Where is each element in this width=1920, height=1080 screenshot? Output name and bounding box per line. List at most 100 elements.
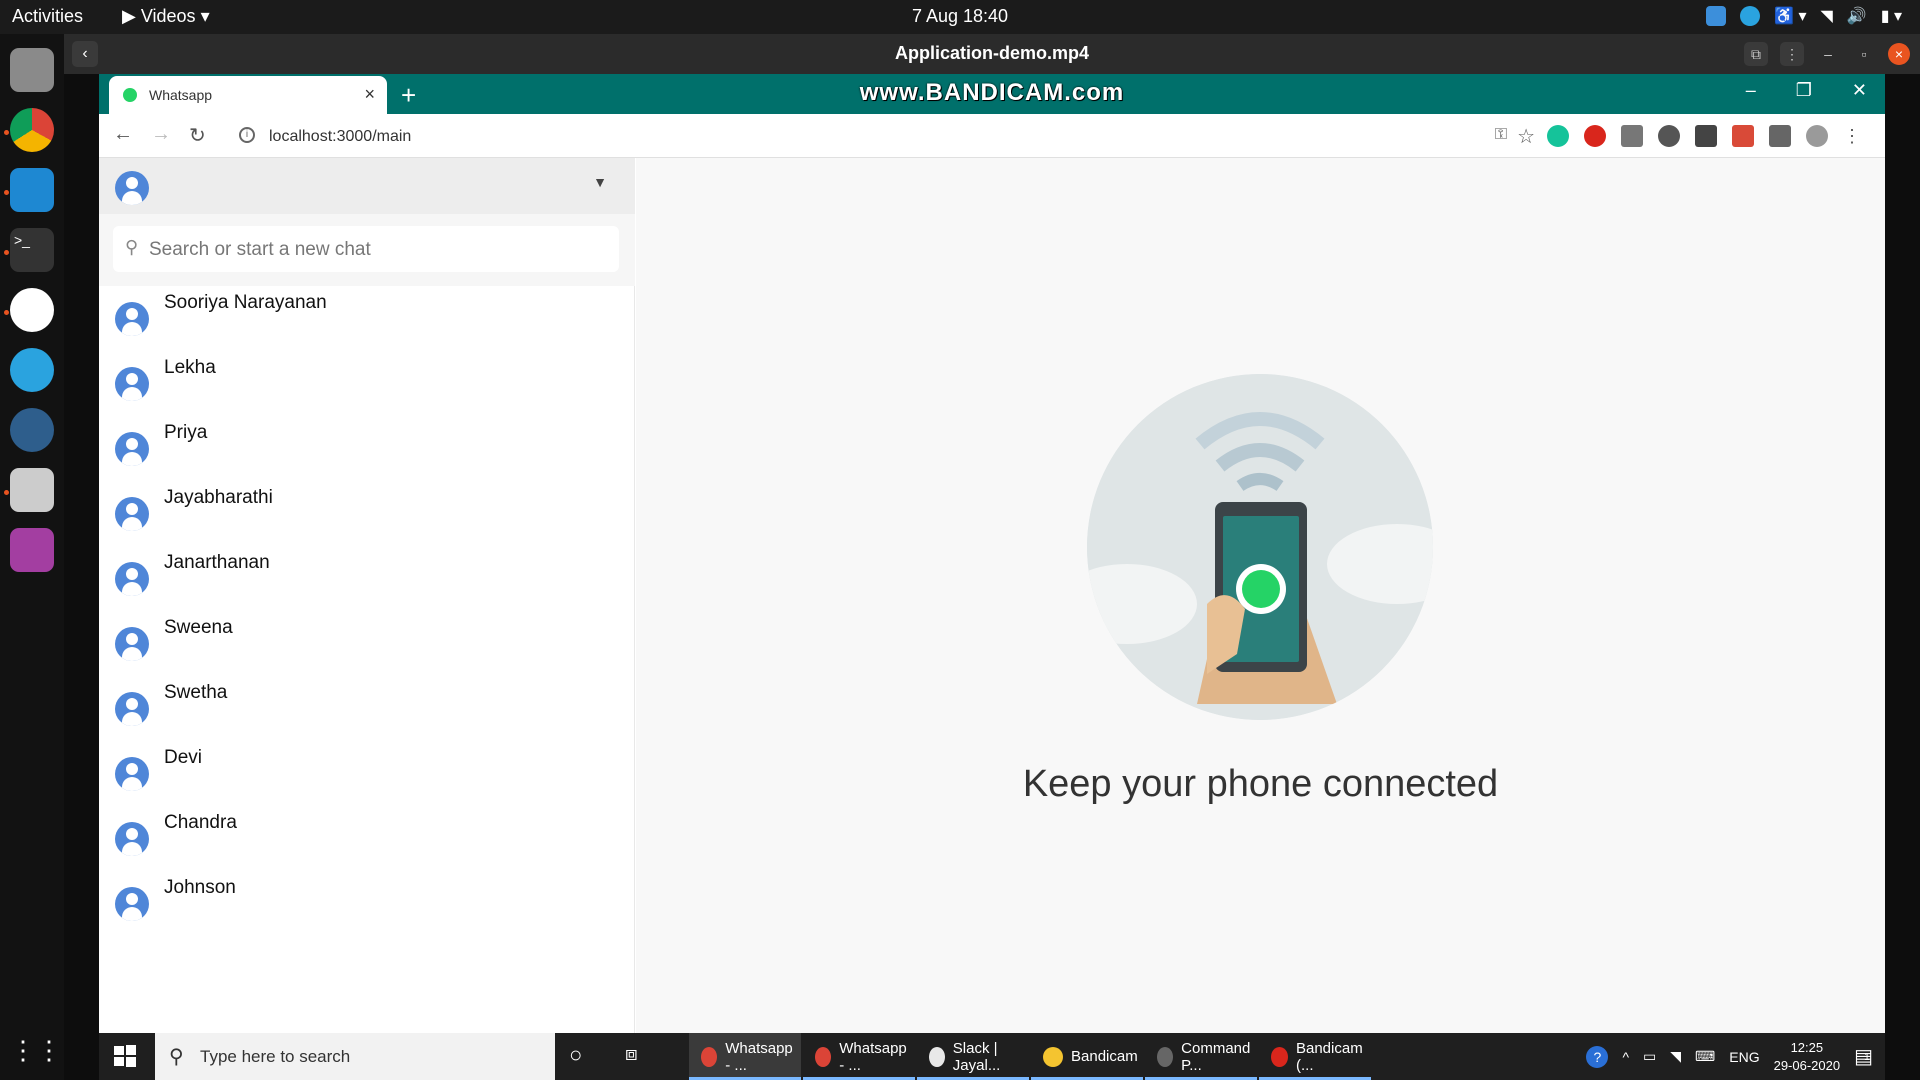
telegram-tray-icon[interactable] (1740, 6, 1761, 26)
taskbar-app-label: Command P... (1181, 1039, 1251, 1074)
my-avatar[interactable] (115, 171, 149, 205)
help-icon[interactable]: ? (1586, 1045, 1609, 1068)
puzzle-icon[interactable] (1769, 125, 1791, 147)
bandicam-watermark: www.BANDICAM.com (859, 79, 1125, 106)
forward-arrow-icon[interactable]: → (151, 123, 171, 146)
contact-avatar (115, 822, 149, 856)
extension-icon[interactable] (1658, 125, 1680, 147)
address-bar[interactable]: i localhost:3000/main ⚿ ☆ (227, 119, 1535, 153)
keyboard-icon[interactable]: ⌨ (1695, 1048, 1715, 1065)
contact-name: Priya (164, 422, 208, 443)
taskbar-app-button[interactable]: Command P... (1145, 1033, 1257, 1080)
contact-item[interactable]: Jayabharathi (99, 481, 635, 546)
chrome-icon[interactable] (10, 108, 54, 152)
taskbar-app-button[interactable]: Bandicam (1031, 1033, 1143, 1080)
taskbar-app-label: Slack | Jayal... (952, 1039, 1001, 1074)
cortana-icon[interactable]: ○ (569, 1042, 582, 1068)
task-view-icon[interactable]: ⧈ (625, 1043, 638, 1066)
vue-devtools-icon[interactable] (1621, 125, 1643, 147)
contact-item[interactable]: Johnson (99, 871, 635, 936)
contact-name: Johnson (164, 877, 236, 898)
minimize-icon[interactable]: – (1746, 80, 1756, 101)
adblock-icon[interactable] (1584, 125, 1606, 147)
info-icon[interactable]: i (239, 127, 255, 143)
contact-avatar (115, 887, 149, 921)
contact-avatar (115, 302, 149, 336)
notification-count: 1 (1864, 1052, 1870, 1063)
main-panel: Keep your phone connected (636, 158, 1885, 1033)
contact-avatar (115, 627, 149, 661)
contact-item[interactable]: Janarthanan (99, 546, 635, 611)
contact-name: Jayabharathi (164, 487, 273, 508)
taskbar-app-button[interactable]: Bandicam (... (1259, 1033, 1371, 1080)
chevron-up-icon[interactable]: ^ (1622, 1049, 1629, 1065)
contact-name: Chandra (164, 812, 237, 833)
menu-icon[interactable]: ⋮ (1780, 42, 1804, 66)
reload-icon[interactable]: ↻ (189, 123, 206, 148)
fullscreen-icon[interactable]: ⧉ (1744, 42, 1768, 66)
contact-item[interactable]: Chandra (99, 806, 635, 871)
terminal-icon[interactable]: >_ (10, 228, 54, 272)
contact-item[interactable]: Lekha (99, 351, 635, 416)
taskbar-clock[interactable]: 12:25 29-06-2020 (1774, 1039, 1841, 1075)
wifi-icon[interactable]: ◥ (1820, 6, 1832, 26)
taskbar-app-button[interactable]: Whatsapp - ... (689, 1033, 801, 1080)
profile-avatar[interactable] (1806, 125, 1828, 147)
app-icon (701, 1046, 718, 1067)
whatsapp-app: ▼ ⚲ Search or start a new chat Sooriya N… (99, 158, 1885, 1033)
keep-connected-message: Keep your phone connected (1022, 763, 1499, 805)
app-icon (929, 1046, 945, 1067)
files-icon[interactable] (10, 48, 54, 92)
key-icon[interactable]: ⚿ (1495, 126, 1507, 144)
windows-start-icon[interactable] (113, 1044, 137, 1068)
contact-item[interactable]: Sooriya Narayanan (99, 286, 635, 351)
contact-name: Janarthanan (164, 552, 270, 573)
postgres-icon[interactable] (10, 408, 54, 452)
slack-icon[interactable] (10, 288, 54, 332)
contact-avatar (115, 497, 149, 531)
restore-icon[interactable]: ❐ (1796, 80, 1812, 101)
taskbar-app-button[interactable]: Whatsapp - ... (803, 1033, 915, 1080)
search-placeholder: Search or start a new chat (149, 239, 371, 260)
contact-avatar (115, 432, 149, 466)
show-apps-icon[interactable]: ⋮⋮ (10, 1028, 62, 1072)
chrome-menu-icon[interactable]: ⋮ (1843, 126, 1861, 147)
battery-icon[interactable]: ▭ (1643, 1048, 1656, 1065)
taskbar-app-button[interactable]: Slack | Jayal... (917, 1033, 1029, 1080)
taskbar-time: 12:25 (1790, 1039, 1824, 1055)
volume-icon[interactable]: 🔊 (1847, 6, 1867, 26)
videos-icon[interactable] (10, 528, 54, 572)
contact-item[interactable]: Devi (99, 741, 635, 806)
contact-item[interactable]: Sweena (99, 611, 635, 676)
clock[interactable]: 7 Aug 18:40 (0, 6, 1920, 27)
url-text: localhost:3000/main (269, 128, 412, 145)
minimize-icon[interactable]: – (1816, 42, 1840, 66)
archive-icon[interactable] (10, 468, 54, 512)
close-icon[interactable]: ✕ (1852, 80, 1867, 101)
extension-icon[interactable] (1732, 125, 1754, 147)
chevron-down-icon[interactable]: ▼ (593, 174, 607, 190)
telegram-icon[interactable] (10, 348, 54, 392)
back-arrow-icon[interactable]: ← (113, 123, 133, 146)
taskbar-search-input[interactable]: ⚲ Type here to search (155, 1033, 555, 1080)
accessibility-icon[interactable]: ♿ ▾ (1774, 6, 1806, 26)
extension-icon[interactable] (1695, 125, 1717, 147)
contact-item[interactable]: Priya (99, 416, 635, 481)
taskbar-app-label: Bandicam (... (1295, 1039, 1363, 1074)
wifi-icon[interactable]: ◥ (1670, 1048, 1681, 1065)
slack-tray-icon[interactable] (1706, 6, 1727, 26)
taskbar-search-placeholder: Type here to search (200, 1047, 351, 1066)
notifications-icon[interactable]: ▤ 1 (1854, 1044, 1873, 1069)
grammarly-icon[interactable] (1547, 125, 1569, 147)
close-icon[interactable]: × (1888, 43, 1910, 65)
search-input[interactable]: ⚲ Search or start a new chat (113, 226, 619, 272)
maximize-icon[interactable]: ▫ (1852, 42, 1876, 66)
contact-item[interactable]: Swetha (99, 676, 635, 741)
bookmark-star-icon[interactable]: ☆ (1517, 124, 1535, 149)
language-indicator[interactable]: ENG (1729, 1049, 1759, 1065)
battery-icon[interactable]: ▮ ▾ (1881, 6, 1902, 26)
search-icon: ⚲ (125, 237, 139, 257)
video-player-header: ‹ Application-demo.mp4 ⧉ ⋮ – ▫ × (64, 34, 1920, 74)
vscode-icon[interactable] (10, 168, 54, 212)
system-tray[interactable]: ♿ ▾ ◥ 🔊 ▮ ▾ (1706, 6, 1902, 26)
